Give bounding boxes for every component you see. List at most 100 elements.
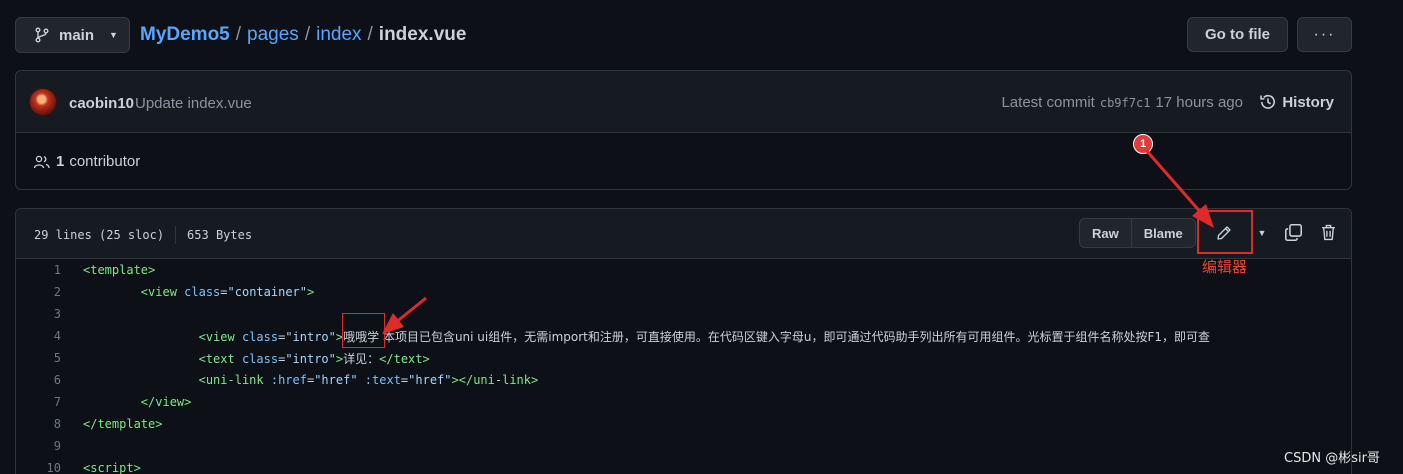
copy-icon[interactable] [1284,223,1303,242]
avatar[interactable] [29,88,57,116]
step-badge: 1 [1133,134,1153,154]
chevron-down-icon: ▼ [109,30,118,40]
code-token: "intro" [285,351,336,366]
breadcrumb-pages-link[interactable]: pages [247,24,299,46]
code-line: 3 [16,303,1351,325]
code-token: "href" [314,373,358,387]
code-token: "intro" [285,329,336,344]
code-token: class [241,329,279,344]
code-token: <uni-link [198,373,271,387]
file-nav-bar: main ▼ MyDemo5 / pages / index / index.v… [15,17,1352,53]
line-source: <script> [61,461,141,474]
code-token: class [241,351,279,366]
highlight-box-text [342,313,385,348]
line-source: <uni-link :href="href" :text="href"></un… [61,373,539,387]
code-token: class [184,285,221,299]
breadcrumb-separator: / [367,24,373,45]
line-source: <view class="container"> [61,285,314,299]
more-options-button[interactable]: ··· [1297,17,1352,52]
contributor-label: contributor [69,153,141,170]
commit-message-link[interactable]: Update index.vue [135,95,252,112]
line-source: <view class="intro">哦哦学 本项目已包含uni ui组件，无… [61,328,1210,345]
code-token: </text> [379,351,430,366]
blame-button[interactable]: Blame [1130,219,1195,247]
line-number[interactable]: 6 [16,373,61,387]
line-source: </view> [61,395,192,409]
git-branch-icon [35,27,49,43]
line-count: 29 lines (25 sloc) [34,228,165,242]
trash-icon[interactable] [1320,223,1337,242]
code-token: "href" [408,373,452,387]
raw-button[interactable]: Raw [1080,219,1131,247]
line-number[interactable]: 2 [16,285,61,299]
code-token: > [307,285,315,299]
code-line: 7 </view> [16,391,1351,413]
breadcrumb-separator: / [304,24,311,45]
file-size: 653 Bytes [187,228,253,242]
edit-dropdown-button[interactable]: ▼ [1250,218,1274,248]
code-token: "container" [227,285,307,299]
highlight-box-editor [1197,210,1253,254]
contributor-count: 1 [56,153,65,170]
line-number[interactable]: 5 [16,351,61,365]
code-line: 8 </template> [16,413,1351,435]
breadcrumb-index-link[interactable]: index [316,24,361,46]
code-token: ></uni-link> [451,373,539,387]
editor-annotation-label: 编辑器 [1202,258,1248,276]
file-info: 29 lines (25 sloc) 653 Bytes [34,226,252,244]
branch-select-button[interactable]: main ▼ [15,17,130,53]
commit-header: caobin10 Update index.vue Latest commit … [16,71,1351,133]
people-icon [33,155,50,168]
code-token: <script> [83,461,141,474]
code-token: :href [270,373,307,387]
history-link[interactable]: History [1259,93,1334,111]
line-number[interactable]: 9 [16,439,61,453]
code-token: = [220,285,228,299]
code-line: 10 <script> [16,457,1351,474]
branch-name: main [59,26,95,44]
code-token: </view> [140,395,192,409]
line-source: <template> [61,263,155,277]
chevron-down-icon: ▼ [1257,228,1267,238]
line-number[interactable]: 3 [16,307,61,321]
code-token: 哦哦学 本项目已包含uni ui组件，无需import和注册，可直接使用。在代码… [343,329,1211,344]
line-number[interactable]: 7 [16,395,61,409]
history-icon [1260,94,1276,109]
file-viewer: 29 lines (25 sloc) 653 Bytes Raw Blame ▼… [15,208,1352,474]
code-line: 2 <view class="container"> [16,281,1351,303]
line-number[interactable]: 1 [16,263,61,277]
line-number[interactable]: 10 [16,461,61,474]
watermark: CSDN @彬sir哥 [1284,451,1380,466]
commit-author-link[interactable]: caobin10 [69,95,134,112]
breadcrumb-separator: / [235,24,242,45]
breadcrumb-current-file: index.vue [378,24,467,45]
code-line: 5 <text class="intro">详见：</text> [16,347,1351,369]
code-token: <text [198,351,242,366]
contributors-link[interactable]: 1 contributor [33,153,140,170]
code-line: 1 <template> [16,259,1351,281]
code-token: <view [140,285,185,299]
line-source: <text class="intro">详见：</text> [61,350,430,367]
commit-sha-link[interactable]: cb9f7c1 [1100,96,1151,110]
latest-commit-label: Latest commit [1001,94,1095,111]
code-line: 6 <uni-link :href="href" :text="href"></… [16,369,1351,391]
code-view: 1 <template> 2 <view class="container"> 3 4 … [16,259,1351,474]
code-line: 4 <view class="intro">哦哦学 本项目已包含uni ui组件… [16,325,1351,347]
code-token: <template> [83,263,156,277]
line-number[interactable]: 8 [16,417,61,431]
latest-commit-info: Latest commit cb9f7c1 17 hours ago [1001,94,1243,111]
line-number[interactable]: 4 [16,329,61,343]
divider [175,226,177,244]
breadcrumb-repo-link[interactable]: MyDemo5 [140,24,230,46]
file-header: 29 lines (25 sloc) 653 Bytes Raw Blame ▼ [16,209,1351,259]
latest-commit-box: caobin10 Update index.vue Latest commit … [15,70,1352,190]
code-token: </template> [83,417,163,431]
go-to-file-button[interactable]: Go to file [1187,17,1288,52]
code-line: 9 [16,435,1351,457]
